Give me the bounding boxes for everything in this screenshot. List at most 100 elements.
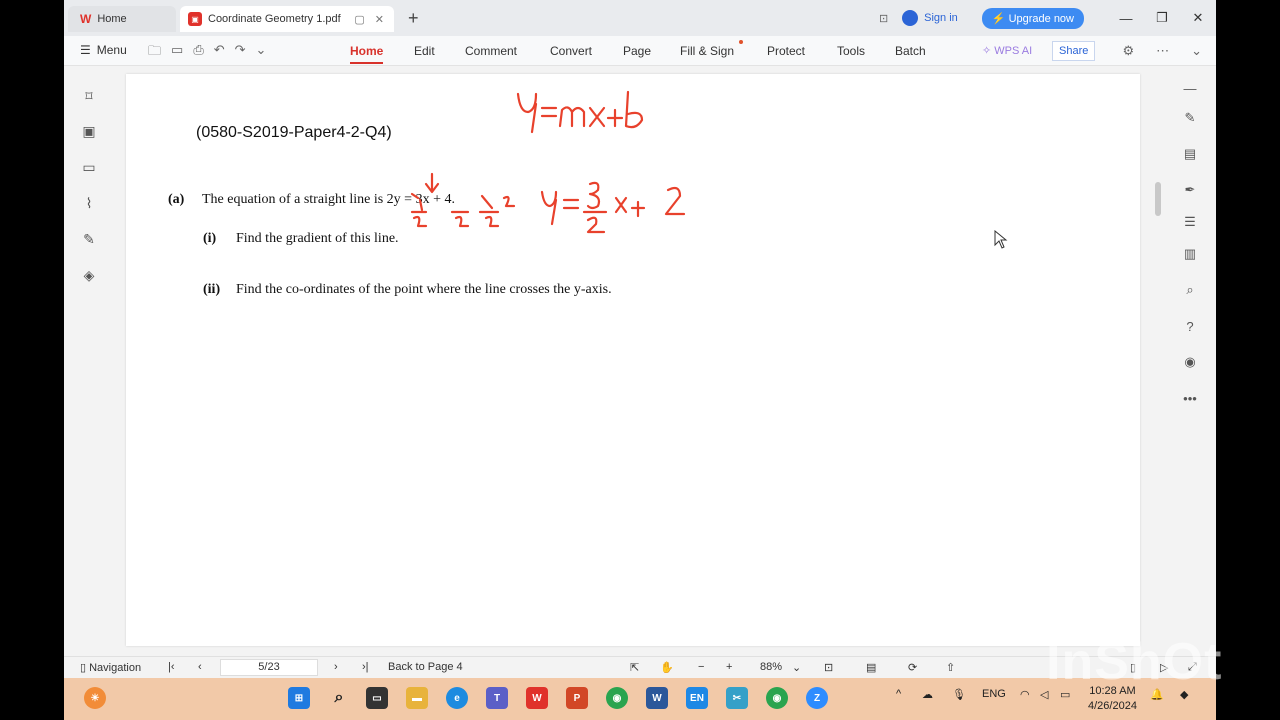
redo-icon[interactable]: ↷ bbox=[235, 42, 246, 64]
zoom-dropdown-icon[interactable]: ⌄ bbox=[792, 661, 801, 674]
ink-plus2 bbox=[630, 200, 646, 218]
word-icon[interactable]: W bbox=[646, 687, 668, 709]
ribbon-tab-page[interactable]: Page bbox=[623, 44, 651, 58]
tab-close-icon[interactable]: ✕ bbox=[375, 13, 384, 26]
sparkle-icon: ✧ bbox=[982, 45, 995, 57]
zoom-in-icon[interactable]: + bbox=[726, 661, 732, 673]
tab-preview-icon[interactable]: ▢ bbox=[354, 13, 364, 26]
zoom-out-icon[interactable]: − bbox=[698, 661, 704, 673]
help-icon[interactable]: ? bbox=[1182, 318, 1198, 334]
zoom-app-icon[interactable]: Z bbox=[806, 687, 828, 709]
navigation-button[interactable]: ▯ Navigation bbox=[80, 661, 141, 674]
ink-x bbox=[588, 106, 606, 128]
last-page-icon[interactable]: ›| bbox=[362, 661, 369, 673]
new-tab-button[interactable]: + bbox=[408, 8, 419, 29]
pen-icon[interactable]: ✒ bbox=[1182, 182, 1198, 198]
book-icon[interactable]: ▥ bbox=[1182, 246, 1198, 262]
next-page-icon[interactable]: › bbox=[334, 661, 338, 673]
ribbon-tab-edit[interactable]: Edit bbox=[414, 44, 435, 58]
cloud-icon[interactable]: ☁ bbox=[922, 688, 933, 701]
export-icon[interactable]: ⇧ bbox=[946, 661, 955, 674]
collapse-ribbon-icon[interactable]: ⌄ bbox=[1191, 43, 1202, 59]
upgrade-label: Upgrade now bbox=[1008, 12, 1074, 25]
teams-icon[interactable]: T bbox=[486, 687, 508, 709]
ribbon-tab-convert[interactable]: Convert bbox=[550, 44, 592, 58]
search-icon[interactable]: ⌕ bbox=[1182, 282, 1198, 298]
notification-dot bbox=[739, 40, 743, 44]
ribbon-tab-batch[interactable]: Batch bbox=[895, 44, 926, 58]
fit-page-icon[interactable]: ⊡ bbox=[824, 661, 833, 674]
ribbon-tab-tools[interactable]: Tools bbox=[837, 44, 865, 58]
page-number-input[interactable]: 5/23 bbox=[220, 659, 318, 676]
rotate-icon[interactable]: ⟳ bbox=[908, 661, 917, 674]
thumbnail-icon[interactable]: ▣ bbox=[81, 123, 97, 139]
ribbon-tab-fill-sign[interactable]: Fill & Sign bbox=[680, 44, 734, 58]
wps-office-icon[interactable]: W bbox=[526, 687, 548, 709]
inshot-watermark: InShOt bbox=[1046, 633, 1223, 691]
outline-icon[interactable]: ☰ bbox=[1182, 214, 1198, 230]
open-folder-icon[interactable]: 🗀 bbox=[148, 42, 161, 64]
file-explorer-icon[interactable]: ▬ bbox=[406, 687, 428, 709]
ink-equals2 bbox=[562, 198, 580, 210]
zoom-level[interactable]: 88% bbox=[760, 661, 782, 673]
hand-tool-icon[interactable]: ✋ bbox=[660, 661, 674, 674]
language-indicator[interactable]: ENG bbox=[982, 688, 1006, 700]
share-button[interactable]: Share bbox=[1052, 41, 1096, 61]
first-page-icon[interactable]: |‹ bbox=[168, 661, 175, 673]
back-to-page-link[interactable]: Back to Page 4 bbox=[388, 661, 463, 673]
comment-icon[interactable]: ▭ bbox=[81, 159, 97, 175]
ribbon-tab-comment[interactable]: Comment bbox=[465, 44, 517, 58]
settings-icon[interactable]: ⚙ bbox=[1122, 43, 1134, 59]
restore-button[interactable]: ❐ bbox=[1144, 10, 1180, 26]
chevron-down-icon[interactable]: ⌄ bbox=[256, 42, 267, 64]
powerpoint-icon[interactable]: P bbox=[566, 687, 588, 709]
tray-overflow-icon[interactable]: ^ bbox=[896, 688, 901, 700]
sign-in-button[interactable]: Sign in bbox=[902, 10, 958, 26]
snipping-tool-icon[interactable]: ✂ bbox=[726, 687, 748, 709]
ribbon-tab-protect[interactable]: Protect bbox=[767, 44, 805, 58]
more-options-icon[interactable]: ••• bbox=[1182, 390, 1198, 406]
tab-list-icon[interactable]: ⊡ bbox=[879, 12, 888, 25]
print-icon[interactable]: ⎙ bbox=[193, 42, 203, 64]
ink-equals bbox=[540, 106, 558, 118]
tab-document[interactable]: ▣ Coordinate Geometry 1.pdf ▢ ✕ bbox=[180, 6, 394, 32]
chrome-profile-icon[interactable]: ◉ bbox=[766, 687, 788, 709]
edit-pencil-icon[interactable]: ✎ bbox=[1182, 110, 1198, 126]
attachment-icon[interactable]: ⌇ bbox=[81, 195, 97, 211]
ink-b bbox=[624, 90, 644, 129]
minimize-button[interactable]: — bbox=[1108, 11, 1144, 26]
ink-divide-2-left bbox=[410, 210, 428, 228]
right-sidebar: — ✎ ▤ ✒ ☰ ▥ ⌕ ? ◉ ••• bbox=[1164, 66, 1216, 656]
layers-icon[interactable]: ◈ bbox=[81, 267, 97, 283]
microphone-icon[interactable]: 🎙 bbox=[952, 688, 966, 701]
page-view-icon[interactable]: ▤ bbox=[866, 661, 876, 674]
tab-home[interactable]: W Home bbox=[68, 6, 176, 32]
scrollbar-thumb[interactable] bbox=[1155, 182, 1161, 216]
search-taskbar-icon[interactable]: ⌕ bbox=[328, 687, 350, 709]
start-icon[interactable]: ⊞ bbox=[288, 687, 310, 709]
weather-widget-icon[interactable]: ☀ bbox=[84, 687, 106, 709]
eye-protection-icon[interactable]: ◉ bbox=[1182, 354, 1198, 370]
undo-icon[interactable]: ↶ bbox=[214, 42, 225, 64]
menu-button[interactable]: ☰ Menu bbox=[80, 43, 127, 57]
ink-annotations bbox=[410, 90, 686, 234]
chrome-icon[interactable]: ◉ bbox=[606, 687, 628, 709]
wps-ai-button[interactable]: ✧ WPS AI bbox=[982, 44, 1032, 57]
ribbon-tab-home[interactable]: Home bbox=[350, 44, 384, 64]
properties-icon[interactable]: ▤ bbox=[1182, 146, 1198, 162]
close-button[interactable]: ✕ bbox=[1180, 10, 1216, 26]
select-cursor-icon[interactable]: ⇱ bbox=[630, 661, 639, 674]
signature-icon[interactable]: ✎ bbox=[81, 231, 97, 247]
language-app-icon[interactable]: EN bbox=[686, 687, 708, 709]
more-icon[interactable]: ⋯ bbox=[1156, 43, 1169, 59]
vertical-scrollbar[interactable] bbox=[1154, 72, 1162, 652]
save-icon[interactable]: ▭ bbox=[171, 42, 183, 64]
wifi-icon[interactable]: ◠ bbox=[1020, 688, 1030, 701]
upgrade-button[interactable]: ⚡ Upgrade now bbox=[981, 7, 1084, 29]
collapse-panel-icon[interactable]: — bbox=[1182, 80, 1198, 96]
edge-icon[interactable]: e bbox=[446, 687, 468, 709]
previous-page-icon[interactable]: ‹ bbox=[198, 661, 202, 673]
task-view-icon[interactable]: ▭ bbox=[366, 687, 388, 709]
bookmark-icon[interactable]: ⌑ bbox=[81, 88, 97, 104]
ink-divide-2-mid bbox=[450, 210, 470, 228]
